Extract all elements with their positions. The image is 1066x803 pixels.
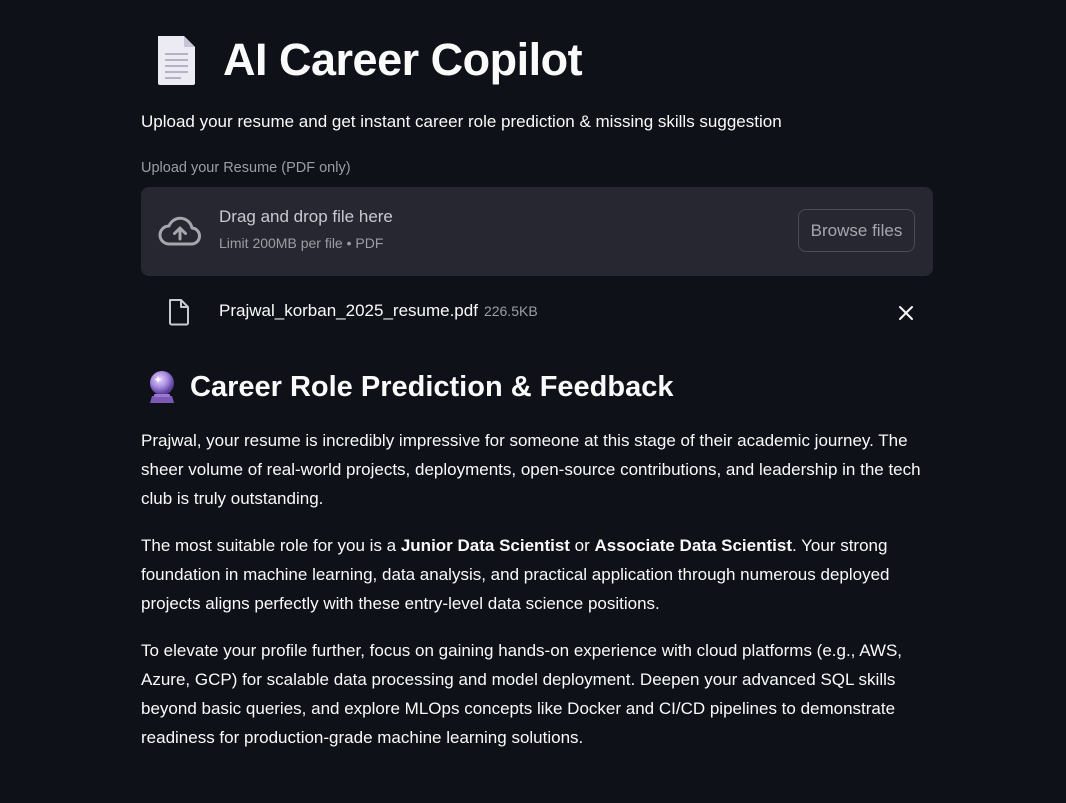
- feedback-p2-start: The most suitable role for you is a: [141, 536, 401, 555]
- feedback-p2-or: or: [569, 536, 595, 555]
- dropzone-text: Drag and drop file here Limit 200MB per …: [219, 207, 393, 251]
- uploaded-file-name: Prajwal_korban_2025_resume.pdf: [219, 301, 478, 320]
- uploaded-file-item: Prajwal_korban_2025_resume.pdf 226.5KB: [141, 296, 933, 328]
- feedback-paragraph-1: Prajwal, your resume is incredibly impre…: [141, 431, 921, 508]
- title-row: AI Career Copilot: [149, 30, 583, 90]
- file-dropzone[interactable]: Drag and drop file here Limit 200MB per …: [141, 187, 933, 276]
- page-title: AI Career Copilot: [223, 34, 583, 85]
- section-title: Career Role Prediction & Feedback: [190, 370, 674, 403]
- page-subtitle: Upload your resume and get instant caree…: [141, 112, 782, 131]
- section-header: Career Role Prediction & Feedback: [147, 370, 674, 404]
- browse-files-button[interactable]: Browse files: [798, 209, 915, 252]
- cloud-upload-icon: [158, 214, 202, 248]
- dropzone-limit: Limit 200MB per file • PDF: [219, 235, 384, 251]
- suggested-role-2: Associate Data Scientist: [594, 536, 792, 555]
- feedback-content: Prajwal, your resume is incredibly impre…: [141, 426, 933, 770]
- feedback-paragraph-3: To elevate your profile further, focus o…: [141, 641, 903, 747]
- file-icon: [167, 298, 191, 326]
- page-facing-up-icon: [149, 30, 203, 90]
- uploaded-file-name-wrap: Prajwal_korban_2025_resume.pdf 226.5KB: [219, 301, 538, 321]
- close-icon: [899, 306, 913, 320]
- suggested-role-1: Junior Data Scientist: [400, 536, 570, 555]
- dropzone-instruction: Drag and drop file here: [219, 207, 393, 226]
- crystal-ball-icon: [147, 370, 177, 404]
- uploaded-file-size: 226.5KB: [483, 303, 538, 319]
- upload-label: Upload your Resume (PDF only): [141, 160, 351, 176]
- remove-file-button[interactable]: [895, 302, 917, 324]
- feedback-paragraph-2: The most suitable role for you is a Juni…: [141, 531, 933, 618]
